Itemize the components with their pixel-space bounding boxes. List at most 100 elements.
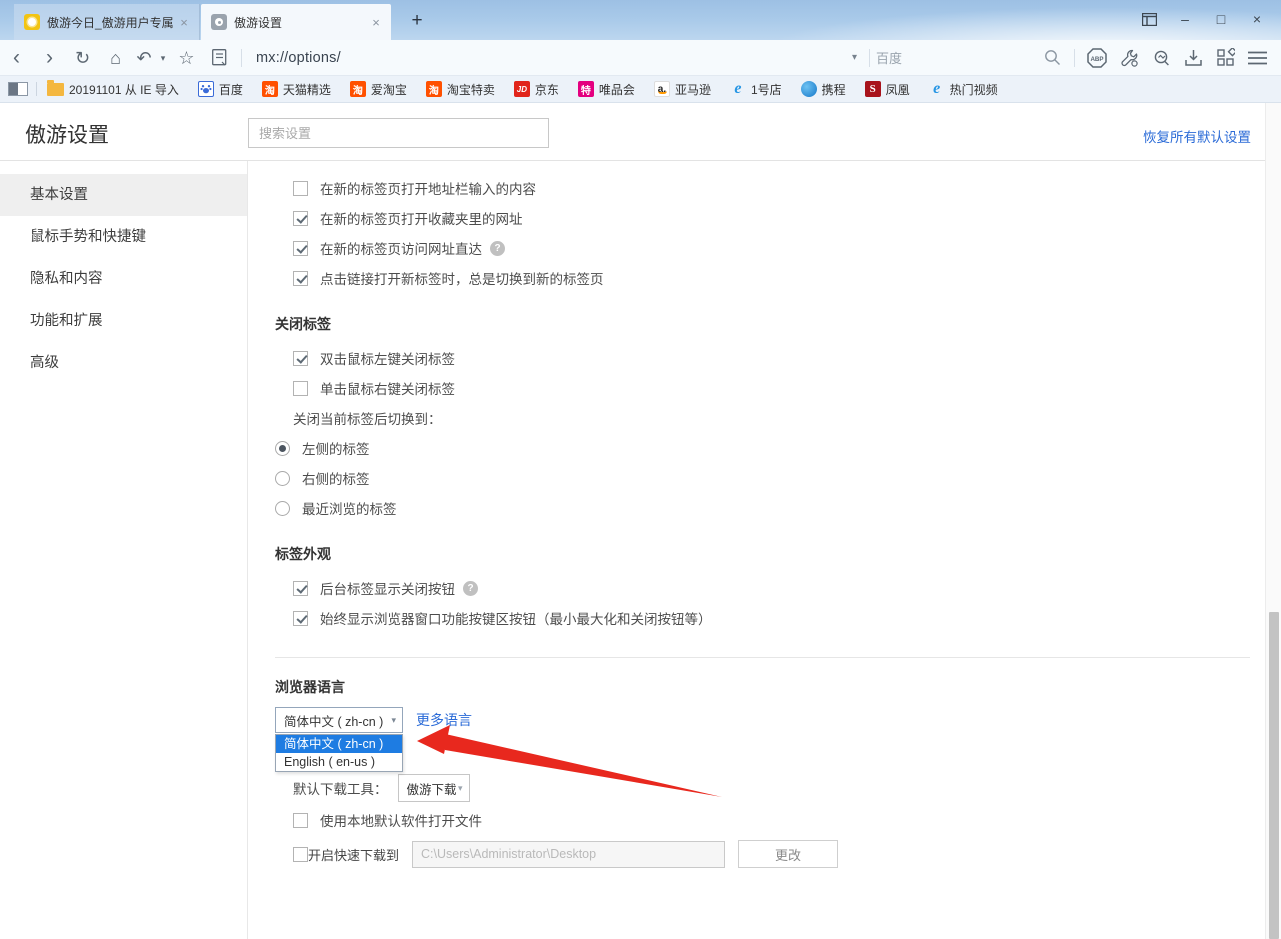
radio-row: 左侧的标签	[275, 433, 1265, 463]
language-row: 简体中文 ( zh-cn ) ▾ 更多语言 简体中文 ( zh-cn ) Eng…	[275, 707, 1265, 733]
home-icon[interactable]: ⌂	[99, 41, 132, 75]
bookmark-jd[interactable]: JD 京东	[514, 81, 559, 98]
checkbox[interactable]	[293, 241, 308, 256]
checkbox[interactable]	[293, 581, 308, 596]
bookmark-folder-ie-import[interactable]: 20191101 从 IE 导入	[47, 81, 179, 98]
search-engine-box[interactable]: 百度	[876, 48, 1036, 67]
panel-layout-icon[interactable]	[1131, 5, 1167, 33]
tab-maxthon-settings[interactable]: 傲游设置 ×	[201, 4, 391, 40]
minimize-button[interactable]: –	[1167, 5, 1203, 33]
window-controls: – □ ×	[1131, 4, 1275, 34]
tab-close-icon[interactable]: ×	[177, 15, 191, 30]
restore-defaults-link[interactable]: 恢复所有默认设置	[1143, 126, 1251, 146]
bookmark-baidu[interactable]: 百度	[198, 81, 243, 98]
bookmark-vip[interactable]: 特 唯品会	[578, 81, 635, 98]
search-engine-caret-icon[interactable]: ▾	[852, 52, 857, 63]
section-title-browser-language: 浏览器语言	[275, 677, 1265, 697]
section-title-close-tab: 关闭标签	[275, 314, 1265, 334]
amazon-icon: a.	[654, 81, 670, 97]
download-tool-select[interactable]: 傲游下载 ▾	[398, 774, 470, 802]
bookmark-ifeng[interactable]: S 凤凰	[865, 81, 910, 98]
taobao-icon: 淘	[426, 81, 442, 97]
reader-mode-icon[interactable]	[203, 41, 235, 75]
checkbox[interactable]	[293, 813, 308, 828]
language-option-zh-cn[interactable]: 简体中文 ( zh-cn )	[276, 735, 402, 753]
downloads-icon[interactable]	[1177, 41, 1209, 75]
settings-search-input[interactable]	[248, 118, 549, 148]
resource-sniffer-icon[interactable]	[1145, 41, 1177, 75]
new-tab-button[interactable]: +	[404, 8, 430, 34]
bookmarks-bar: 20191101 从 IE 导入 百度 淘 天猫精选 淘 爱淘宝 淘 淘宝特卖 …	[0, 76, 1281, 103]
radio-button[interactable]	[275, 471, 290, 486]
checkbox-row: 点击链接打开新标签时，总是切换到新的标签页	[293, 263, 1265, 293]
tab-close-icon[interactable]: ×	[369, 15, 383, 30]
help-icon[interactable]: ?	[490, 241, 505, 256]
tab-maxthon-today[interactable]: 傲游今日_傲游用户专属的网 ×	[14, 4, 200, 40]
radio-button[interactable]	[275, 441, 290, 456]
settings-content: 在新的标签页打开地址栏输入的内容 在新的标签页打开收藏夹里的网址 在新的标签页访…	[249, 161, 1265, 939]
bookmark-taobao-sale[interactable]: 淘 淘宝特卖	[426, 81, 495, 98]
undo-closed-tab-icon[interactable]: ↶	[132, 41, 156, 75]
back-icon[interactable]: ‹	[0, 41, 33, 75]
page-title: 傲游设置	[25, 119, 109, 149]
search-icon[interactable]	[1036, 41, 1068, 75]
checkbox[interactable]	[293, 847, 308, 862]
favorites-panel-toggle-icon[interactable]	[8, 82, 28, 96]
address-bar-url[interactable]: mx://options/	[256, 50, 341, 66]
checkbox[interactable]	[293, 351, 308, 366]
settings-sidebar: 基本设置 鼠标手势和快捷键 隐私和内容 功能和扩展 高级	[0, 161, 248, 939]
checkbox-row: 在新的标签页打开地址栏输入的内容	[293, 173, 1265, 203]
svg-text:ABP: ABP	[1090, 56, 1103, 63]
checkbox[interactable]	[293, 181, 308, 196]
sidebar-item-basic[interactable]: 基本设置	[0, 174, 247, 216]
taobao-icon: 淘	[262, 81, 278, 97]
adblock-abp-icon[interactable]: ABP	[1081, 41, 1113, 75]
extensions-grid-icon[interactable]	[1209, 41, 1241, 75]
scrollbar-thumb[interactable]	[1269, 612, 1279, 939]
radio-button[interactable]	[275, 501, 290, 516]
forward-icon[interactable]: ›	[33, 41, 66, 75]
dev-tools-wrench-icon[interactable]	[1113, 41, 1145, 75]
bookmark-tmall[interactable]: 淘 天猫精选	[262, 81, 331, 98]
download-path-input[interactable]	[412, 841, 725, 868]
checkbox-row: 后台标签显示关闭按钮 ?	[293, 573, 1265, 603]
bookmark-aitaobao[interactable]: 淘 爱淘宝	[350, 81, 407, 98]
scrollbar-track[interactable]	[1265, 103, 1281, 939]
reload-icon[interactable]: ↻	[66, 41, 99, 75]
language-select[interactable]: 简体中文 ( zh-cn ) ▾	[275, 707, 403, 733]
favorite-star-icon[interactable]: ☆	[170, 41, 203, 75]
sidebar-item-mouse-gestures[interactable]: 鼠标手势和快捷键	[0, 216, 247, 258]
checkbox[interactable]	[293, 211, 308, 226]
divider	[1074, 49, 1075, 67]
ctrip-dolphin-icon	[801, 81, 817, 97]
more-languages-link[interactable]: 更多语言	[416, 710, 472, 730]
bookmark-hot-videos[interactable]: e 热门视频	[929, 81, 998, 98]
bookmark-ctrip[interactable]: 携程	[801, 81, 846, 98]
change-path-button[interactable]: 更改	[738, 840, 838, 868]
sidebar-item-privacy[interactable]: 隐私和内容	[0, 258, 247, 300]
section-divider	[275, 657, 1250, 658]
sidebar-item-features[interactable]: 功能和扩展	[0, 300, 247, 342]
language-option-en-us[interactable]: English ( en-us )	[276, 753, 402, 771]
select-caret-icon: ▾	[458, 783, 463, 794]
switch-to-label-row: 关闭当前标签后切换到：	[293, 403, 1265, 433]
checkbox[interactable]	[293, 381, 308, 396]
bookmark-amazon[interactable]: a. 亚马逊	[654, 81, 711, 98]
bookmark-yhd[interactable]: e 1号店	[730, 81, 782, 98]
main-menu-icon[interactable]	[1241, 41, 1273, 75]
section-title-download: 下载	[275, 749, 1265, 769]
checkbox[interactable]	[293, 611, 308, 626]
maximize-button[interactable]: □	[1203, 5, 1239, 33]
taobao-icon: 淘	[350, 81, 366, 97]
settings-gear-icon	[211, 14, 227, 30]
checkbox[interactable]	[293, 271, 308, 286]
maxthon-today-icon	[24, 14, 40, 30]
close-button[interactable]: ×	[1239, 5, 1275, 33]
navigation-bar: ‹ › ↻ ⌂ ↶ ▾ ☆ mx://options/ ▾ 百度 ABP	[0, 40, 1281, 76]
radio-row: 右侧的标签	[275, 463, 1265, 493]
undo-caret-icon[interactable]: ▾	[156, 41, 170, 75]
browser-window: 傲游今日_傲游用户专属的网 × 傲游设置 × + – □ × ‹ › ↻ ⌂ ↶…	[0, 0, 1281, 939]
sidebar-item-advanced[interactable]: 高级	[0, 342, 247, 384]
help-icon[interactable]: ?	[463, 581, 478, 596]
checkbox-row: 在新的标签页打开收藏夹里的网址	[293, 203, 1265, 233]
